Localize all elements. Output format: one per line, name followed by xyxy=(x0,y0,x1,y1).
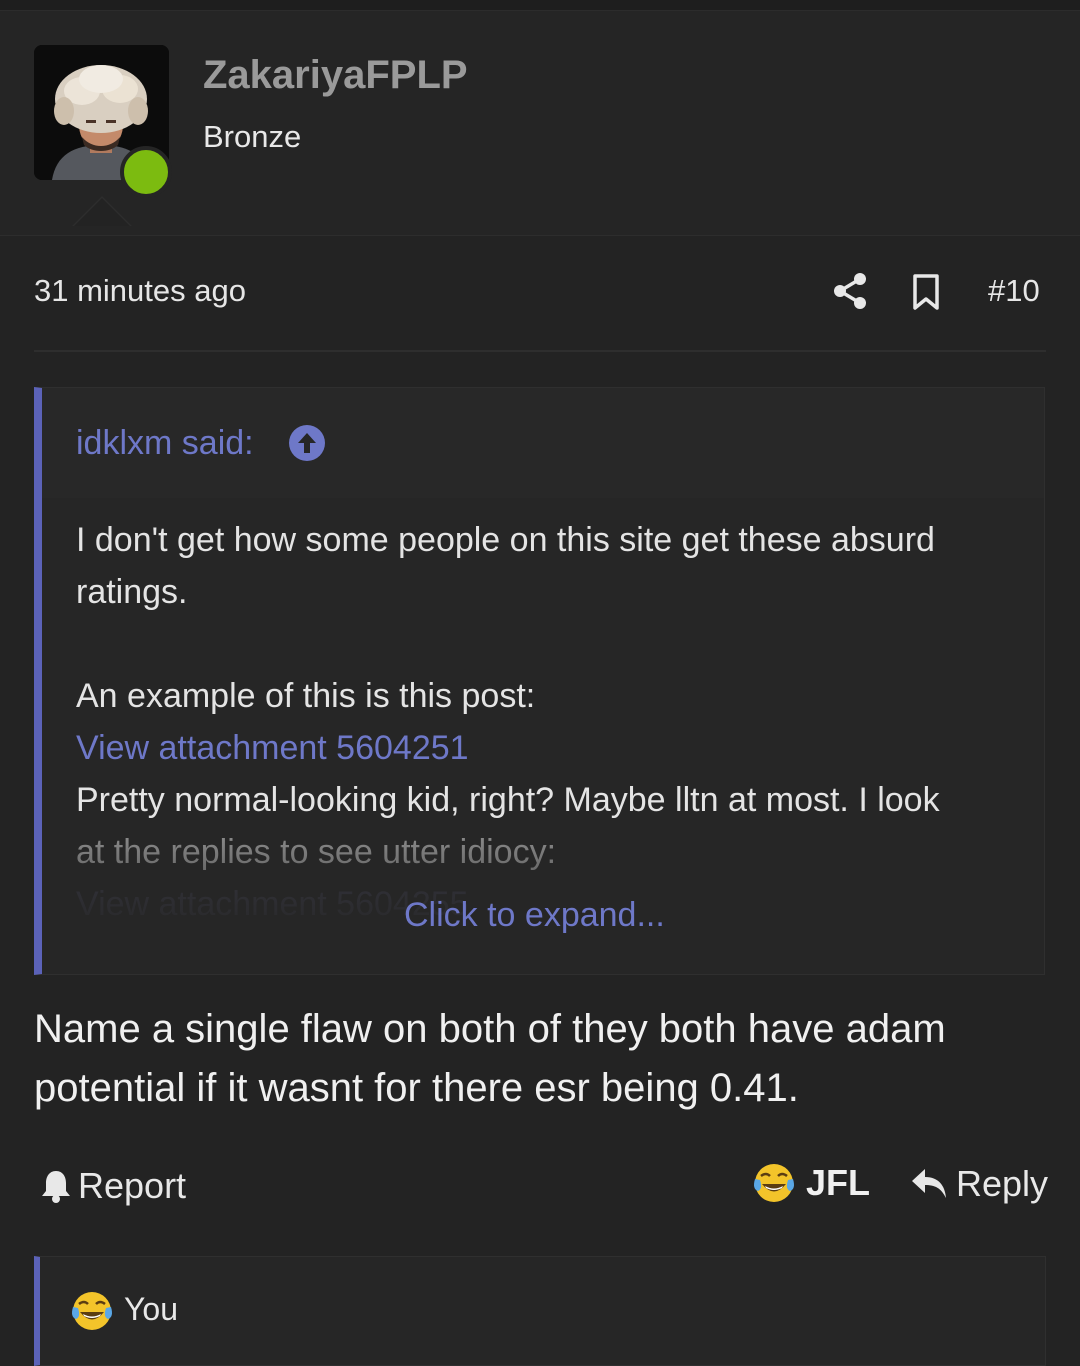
post-timestamp[interactable]: 31 minutes ago xyxy=(34,273,246,309)
user-rank-title: Bronze xyxy=(203,119,302,154)
reaction-label: JFL xyxy=(806,1162,871,1203)
jump-to-quote-icon[interactable] xyxy=(288,424,326,462)
quote-paragraph: at the replies to see utter idiocy: xyxy=(76,833,557,871)
attachment-link[interactable]: View attachment 5604251 xyxy=(76,729,469,767)
quote-block: idklxm said: I don't get how some people… xyxy=(34,387,1045,975)
meta-divider xyxy=(34,350,1046,352)
tears-of-joy-emoji-icon xyxy=(72,1292,112,1330)
bookmark-icon[interactable] xyxy=(910,273,942,311)
reactions-users-label: You xyxy=(124,1291,178,1327)
header-caret-inner xyxy=(74,198,130,226)
top-strip xyxy=(0,0,1080,11)
username[interactable]: ZakariyaFPLP xyxy=(203,53,468,98)
reactions-summary-bar[interactable]: You xyxy=(34,1256,1046,1366)
reply-arrow-icon xyxy=(912,1169,946,1198)
quote-header: idklxm said: xyxy=(42,388,1044,498)
quote-author[interactable]: idklxm said: xyxy=(76,424,254,463)
expand-quote-link[interactable]: Click to expand... xyxy=(404,896,665,935)
post-message: Name a single flaw on both of they both … xyxy=(34,1007,946,1110)
quote-paragraph: An example of this is this post: xyxy=(76,677,536,715)
report-label: Report xyxy=(78,1165,187,1206)
bell-icon xyxy=(42,1171,70,1203)
quote-body: I don't get how some people on this site… xyxy=(76,514,1026,930)
report-button[interactable]: Report xyxy=(40,1163,186,1209)
reaction-button[interactable]: JFL xyxy=(752,1161,870,1205)
quote-paragraph: Pretty normal-looking kid, right? Maybe … xyxy=(76,781,940,819)
quote-paragraph: I don't get how some people on this site… xyxy=(76,521,935,611)
reply-button[interactable]: Reply xyxy=(910,1163,1048,1205)
post-number-link[interactable]: #10 xyxy=(988,273,1040,309)
tears-of-joy-emoji-icon xyxy=(754,1164,794,1202)
share-icon[interactable] xyxy=(832,272,868,310)
user-header: ZakariyaFPLP Bronze xyxy=(0,11,1080,236)
reply-label: Reply xyxy=(956,1163,1049,1204)
online-status-indicator xyxy=(120,146,172,198)
